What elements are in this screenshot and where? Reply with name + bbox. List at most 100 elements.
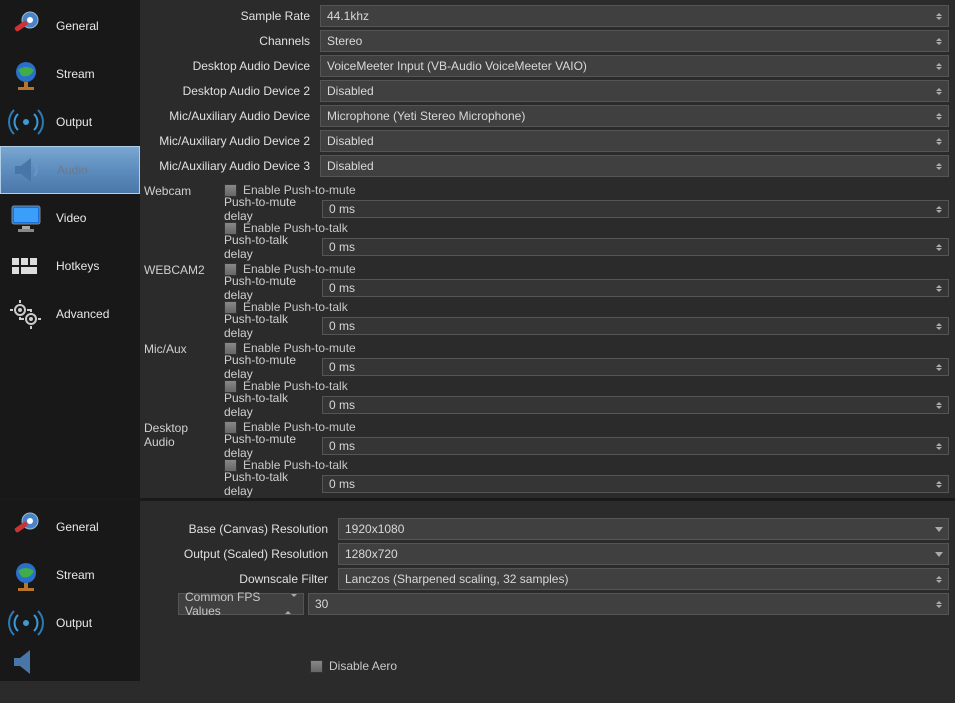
broadcast-icon (6, 603, 46, 643)
setting-row-channels: Channels Stereo (144, 29, 949, 53)
sidebar-item-stream[interactable]: Stream (0, 50, 140, 98)
fps-value-select[interactable]: 30 (308, 593, 949, 615)
audio-settings-content: Sample Rate 44.1khz Channels Stereo Desk… (140, 0, 955, 498)
push-settings-group-desktop: Desktop Audio Enable Push-to-mute Push-t… (144, 418, 949, 494)
push-to-mute-delay-input[interactable]: 0 ms (322, 200, 949, 218)
combo-value: 1920x1080 (345, 522, 404, 536)
checkbox-icon[interactable] (310, 660, 323, 673)
mic-aux-2-select[interactable]: Disabled (320, 130, 949, 152)
label: Sample Rate (144, 9, 316, 23)
sidebar-label: Output (56, 616, 92, 630)
combo-value: Disabled (327, 159, 374, 173)
globe-icon (6, 555, 46, 595)
combo-value: Disabled (327, 134, 374, 148)
updown-icon (933, 478, 945, 490)
push-to-talk-delay-input[interactable]: 0 ms (322, 396, 949, 414)
combo-value: VoiceMeeter Input (VB-Audio VoiceMeeter … (327, 59, 587, 73)
updown-icon (933, 158, 945, 174)
updown-icon (933, 83, 945, 99)
setting-row-desktop-audio: Desktop Audio Device VoiceMeeter Input (… (144, 54, 949, 78)
push-to-talk-delay-input[interactable]: 0 ms (322, 475, 949, 493)
sidebar-label: Video (56, 211, 86, 225)
base-res-select[interactable]: 1920x1080 (338, 518, 949, 540)
spin-value: 0 ms (329, 240, 355, 254)
sidebar: General Stream Output (0, 501, 140, 681)
desktop-audio-2-select[interactable]: Disabled (320, 80, 949, 102)
sidebar-item-audio[interactable]: Audio (0, 146, 140, 194)
combo-value: Disabled (327, 84, 374, 98)
enable-push-to-talk-row[interactable]: Enable Push-to-talk (224, 377, 949, 395)
enable-push-to-mute-row[interactable]: Enable Push-to-mute (224, 418, 949, 436)
enable-push-to-mute-row[interactable]: Enable Push-to-mute (224, 339, 949, 357)
sidebar-item-video[interactable]: Video (0, 194, 140, 242)
push-to-mute-delay-input[interactable]: 0 ms (322, 279, 949, 297)
updown-icon (933, 241, 945, 253)
updown-icon (285, 597, 297, 611)
updown-icon (933, 320, 945, 332)
sidebar-item-stream[interactable]: Stream (0, 551, 140, 599)
mic-aux-3-select[interactable]: Disabled (320, 155, 949, 177)
disable-aero-row[interactable]: Disable Aero (310, 659, 949, 673)
spin-value: 0 ms (329, 202, 355, 216)
mic-aux-select[interactable]: Microphone (Yeti Stereo Microphone) (320, 105, 949, 127)
sample-rate-select[interactable]: 44.1khz (320, 5, 949, 27)
output-res-select[interactable]: 1280x720 (338, 543, 949, 565)
desktop-audio-select[interactable]: VoiceMeeter Input (VB-Audio VoiceMeeter … (320, 55, 949, 77)
sidebar-item-general[interactable]: General (0, 503, 140, 551)
sidebar-item-output[interactable]: Output (0, 98, 140, 146)
push-to-mute-delay-input[interactable]: 0 ms (322, 437, 949, 455)
video-settings-content: Base (Canvas) Resolution 1920x1080 Outpu… (140, 501, 955, 681)
push-to-mute-delay-input[interactable]: 0 ms (322, 358, 949, 376)
spin-value: 0 ms (329, 360, 355, 374)
updown-icon (933, 440, 945, 452)
sidebar-item-general[interactable]: General (0, 2, 140, 50)
fps-type-select[interactable]: Common FPS Values (178, 593, 304, 615)
updown-icon (933, 361, 945, 373)
enable-push-to-talk-row[interactable]: Enable Push-to-talk (224, 456, 949, 474)
sidebar-item-advanced[interactable]: Advanced (0, 290, 140, 338)
setting-row-mic-aux-2: Mic/Auxiliary Audio Device 2 Disabled (144, 129, 949, 153)
downscale-select[interactable]: Lanczos (Sharpened scaling, 32 samples) (338, 568, 949, 590)
group-name: Webcam (144, 181, 220, 257)
updown-icon (933, 596, 945, 612)
label: Desktop Audio Device (144, 59, 316, 73)
enable-push-to-mute-row[interactable]: Enable Push-to-mute (224, 260, 949, 278)
enable-push-to-talk-row[interactable]: Enable Push-to-talk (224, 219, 949, 237)
setting-row-desktop-audio-2: Desktop Audio Device 2 Disabled (144, 79, 949, 103)
wrench-icon (6, 6, 46, 46)
label: Push-to-talk delay (224, 312, 318, 340)
label: Mic/Auxiliary Audio Device 2 (144, 134, 316, 148)
monitor-icon (6, 198, 46, 238)
broadcast-icon (6, 102, 46, 142)
push-settings-group-webcam: Webcam Enable Push-to-mute Push-to-mute … (144, 181, 949, 257)
updown-icon (933, 8, 945, 24)
sidebar: General Stream Output Audio Video (0, 0, 140, 498)
channels-select[interactable]: Stereo (320, 30, 949, 52)
speaker-icon (6, 647, 46, 677)
updown-icon (933, 133, 945, 149)
push-settings-group-micaux: Mic/Aux Enable Push-to-mute Push-to-mute… (144, 339, 949, 415)
setting-row-sample-rate: Sample Rate 44.1khz (144, 4, 949, 28)
setting-row-base-res: Base (Canvas) Resolution 1920x1080 (144, 517, 949, 541)
push-to-talk-delay-input[interactable]: 0 ms (322, 317, 949, 335)
settings-panel-audio: General Stream Output Audio Video (0, 0, 955, 498)
updown-icon (933, 108, 945, 124)
enable-push-to-mute-row[interactable]: Enable Push-to-mute (224, 181, 949, 199)
sidebar-item-audio-partial[interactable] (0, 647, 140, 677)
combo-value: Lanczos (Sharpened scaling, 32 samples) (345, 572, 568, 586)
sidebar-item-output[interactable]: Output (0, 599, 140, 647)
label: Push-to-talk delay (224, 233, 318, 261)
sidebar-item-hotkeys[interactable]: Hotkeys (0, 242, 140, 290)
speaker-icon (7, 150, 47, 190)
combo-value: 30 (315, 597, 328, 611)
combo-value: Microphone (Yeti Stereo Microphone) (327, 109, 525, 123)
label: Mic/Auxiliary Audio Device 3 (144, 159, 316, 173)
label: Base (Canvas) Resolution (144, 522, 334, 536)
sidebar-label: Advanced (56, 307, 109, 321)
push-to-talk-delay-input[interactable]: 0 ms (322, 238, 949, 256)
spin-value: 0 ms (329, 439, 355, 453)
updown-icon (933, 282, 945, 294)
label: Downscale Filter (144, 572, 334, 586)
enable-push-to-talk-row[interactable]: Enable Push-to-talk (224, 298, 949, 316)
label: Push-to-talk delay (224, 391, 318, 419)
